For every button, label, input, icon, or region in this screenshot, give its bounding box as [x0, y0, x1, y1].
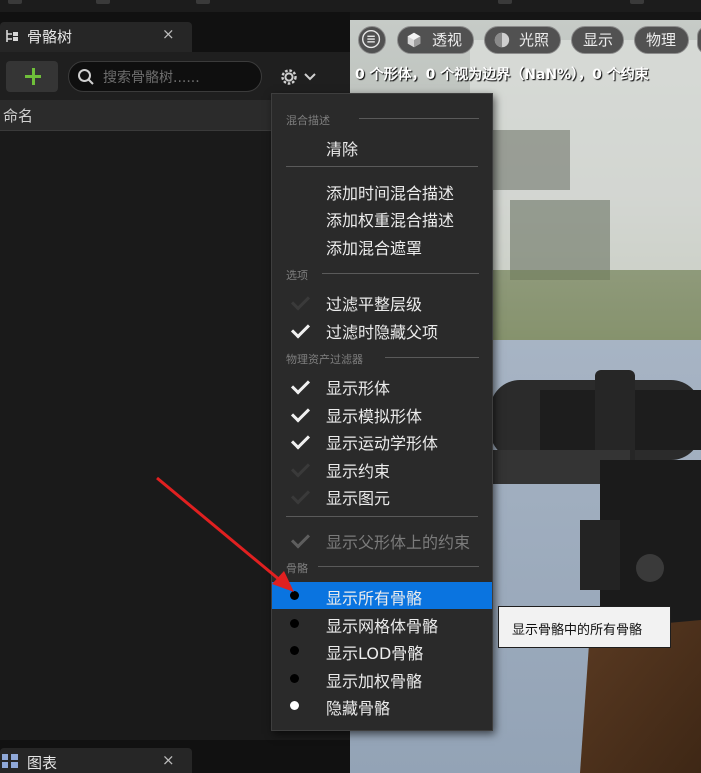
skeleton-tree-icon [6, 30, 18, 42]
menu-item-show-weighted-bones[interactable]: 显示加权骨骼 [272, 665, 492, 692]
menu-item-label: 清除 [326, 140, 359, 159]
viewport-menu-button[interactable] [358, 26, 386, 54]
menu-item-add-time-blend[interactable]: 添加时间混合描述 [272, 177, 492, 204]
sphere-icon [494, 32, 510, 48]
section-header-bones: 骨骼 [286, 562, 308, 575]
tooltip-text: 显示骨骼中的所有骨骼 [512, 623, 643, 638]
close-icon[interactable]: × [162, 25, 175, 43]
menu-item-hide-bones[interactable]: 隐藏骨骼 [272, 692, 492, 719]
radio-dot-icon [290, 674, 299, 683]
toolbar-icon[interactable] [196, 0, 210, 4]
section-divider [359, 118, 479, 119]
tab-graph[interactable]: 图表 × [0, 748, 192, 773]
gear-icon [281, 69, 297, 85]
section-divider [385, 357, 479, 358]
menu-item-label: 添加时间混合描述 [326, 184, 455, 203]
menu-item-show-mesh-bones[interactable]: 显示网格体骨骼 [272, 610, 492, 637]
column-header-name: 命名 [3, 107, 34, 125]
tab-title: 骨骼树 [27, 28, 73, 46]
menu-item-label: 显示网格体骨骼 [326, 617, 439, 636]
checkmark-icon [290, 529, 311, 549]
bottom-tab-bar: 图表 × [0, 740, 350, 773]
radio-dot-icon [290, 591, 299, 600]
menu-item-show-parent-constraints: 显示父形体上的约束 [272, 526, 492, 553]
menu-item-label: 过滤平整层级 [326, 295, 423, 314]
menu-item-label: 显示运动学形体 [326, 434, 439, 453]
menu-item-label: 显示约束 [326, 462, 391, 481]
radio-dot-icon [290, 646, 299, 655]
perspective-label: 透视 [432, 31, 463, 49]
hamburger-icon [362, 30, 381, 49]
lighting-button[interactable]: 光照 [484, 26, 561, 54]
menu-item-label: 显示形体 [326, 379, 391, 398]
search-placeholder: 搜索骨骼树...... [103, 70, 200, 86]
show-label: 显示 [583, 31, 614, 49]
menu-item-label: 隐藏骨骼 [326, 699, 391, 718]
checkmark-icon [290, 319, 311, 339]
menu-item-clear[interactable]: 清除 [272, 133, 492, 160]
menu-divider [286, 516, 478, 517]
toolbar-icon[interactable] [630, 0, 644, 4]
menu-item-label: 显示模拟形体 [326, 407, 423, 426]
checkmark-icon [290, 430, 311, 450]
checkmark-icon [290, 458, 311, 478]
menu-item-filter-flatten[interactable]: 过滤平整层级 [272, 288, 492, 315]
radio-dot-icon [290, 619, 299, 628]
add-button[interactable] [6, 61, 58, 92]
perspective-button[interactable]: 透视 [397, 26, 474, 54]
section-header-options: 选项 [286, 269, 308, 282]
chevron-down-icon [304, 73, 316, 81]
search-icon [78, 69, 94, 85]
menu-item-label: 显示LOD骨骼 [326, 644, 424, 663]
top-toolbar-strip [0, 0, 701, 12]
show-button[interactable]: 显示 [571, 26, 624, 54]
menu-item-show-constraints[interactable]: 显示约束 [272, 455, 492, 482]
menu-item-hide-parent[interactable]: 过滤时隐藏父项 [272, 316, 492, 343]
toolbar-icon[interactable] [96, 0, 110, 4]
menu-divider [286, 166, 478, 167]
settings-dropdown-button[interactable] [276, 66, 320, 88]
menu-item-add-blend-mask[interactable]: 添加混合遮罩 [272, 232, 492, 259]
menu-item-label: 显示加权骨骼 [326, 672, 423, 691]
menu-item-label: 显示父形体上的约束 [326, 533, 471, 552]
checkmark-icon [290, 403, 311, 423]
checkmark-icon [290, 375, 311, 395]
lighting-label: 光照 [519, 31, 550, 49]
menu-item-label: 过滤时隐藏父项 [326, 323, 439, 342]
menu-item-show-all-bones[interactable]: 显示所有骨骼 [272, 582, 492, 609]
toolbar-icon[interactable] [8, 0, 22, 4]
menu-item-label: 显示图元 [326, 489, 391, 508]
menu-item-show-bodies[interactable]: 显示形体 [272, 372, 492, 399]
checkmark-icon [290, 485, 311, 505]
physics-label: 物理 [646, 31, 677, 49]
tab-skeleton-tree[interactable]: 骨骼树 × [0, 22, 192, 52]
menu-item-label: 添加混合遮罩 [326, 239, 423, 258]
physics-button[interactable]: 物理 [634, 26, 689, 54]
menu-item-label: 添加权重混合描述 [326, 211, 455, 230]
menu-item-show-sim-bodies[interactable]: 显示模拟形体 [272, 400, 492, 427]
toolbar-icon[interactable] [498, 0, 512, 4]
panel-tab-bar: 骨骼树 × [0, 12, 350, 52]
menu-item-show-primitives[interactable]: 显示图元 [272, 482, 492, 509]
radio-dot-icon [290, 701, 299, 710]
menu-item-show-kinematic-bodies[interactable]: 显示运动学形体 [272, 427, 492, 454]
section-divider [322, 273, 479, 274]
settings-dropdown-menu: 混合描述 清除 添加时间混合描述 添加权重混合描述 添加混合遮罩 选项 过滤平整… [271, 93, 493, 731]
search-input[interactable]: 搜索骨骼树...... [68, 61, 262, 92]
physics-stats-text: 0 个形体，0 个视为边界（NaN%），0 个约束 [355, 67, 649, 83]
checkmark-icon [290, 291, 311, 311]
section-header-blend: 混合描述 [286, 114, 330, 127]
tab-title: 图表 [27, 754, 58, 772]
section-header-physics-filter: 物理资产过滤器 [286, 353, 363, 366]
menu-item-label: 显示所有骨骼 [326, 589, 423, 608]
menu-item-add-weight-blend[interactable]: 添加权重混合描述 [272, 204, 492, 231]
section-divider [318, 566, 479, 567]
tooltip: 显示骨骼中的所有骨骼 [498, 606, 671, 648]
cube-icon [407, 32, 421, 48]
graph-icon [2, 754, 18, 768]
close-icon[interactable]: × [162, 751, 175, 769]
menu-item-show-lod-bones[interactable]: 显示LOD骨骼 [272, 637, 492, 664]
